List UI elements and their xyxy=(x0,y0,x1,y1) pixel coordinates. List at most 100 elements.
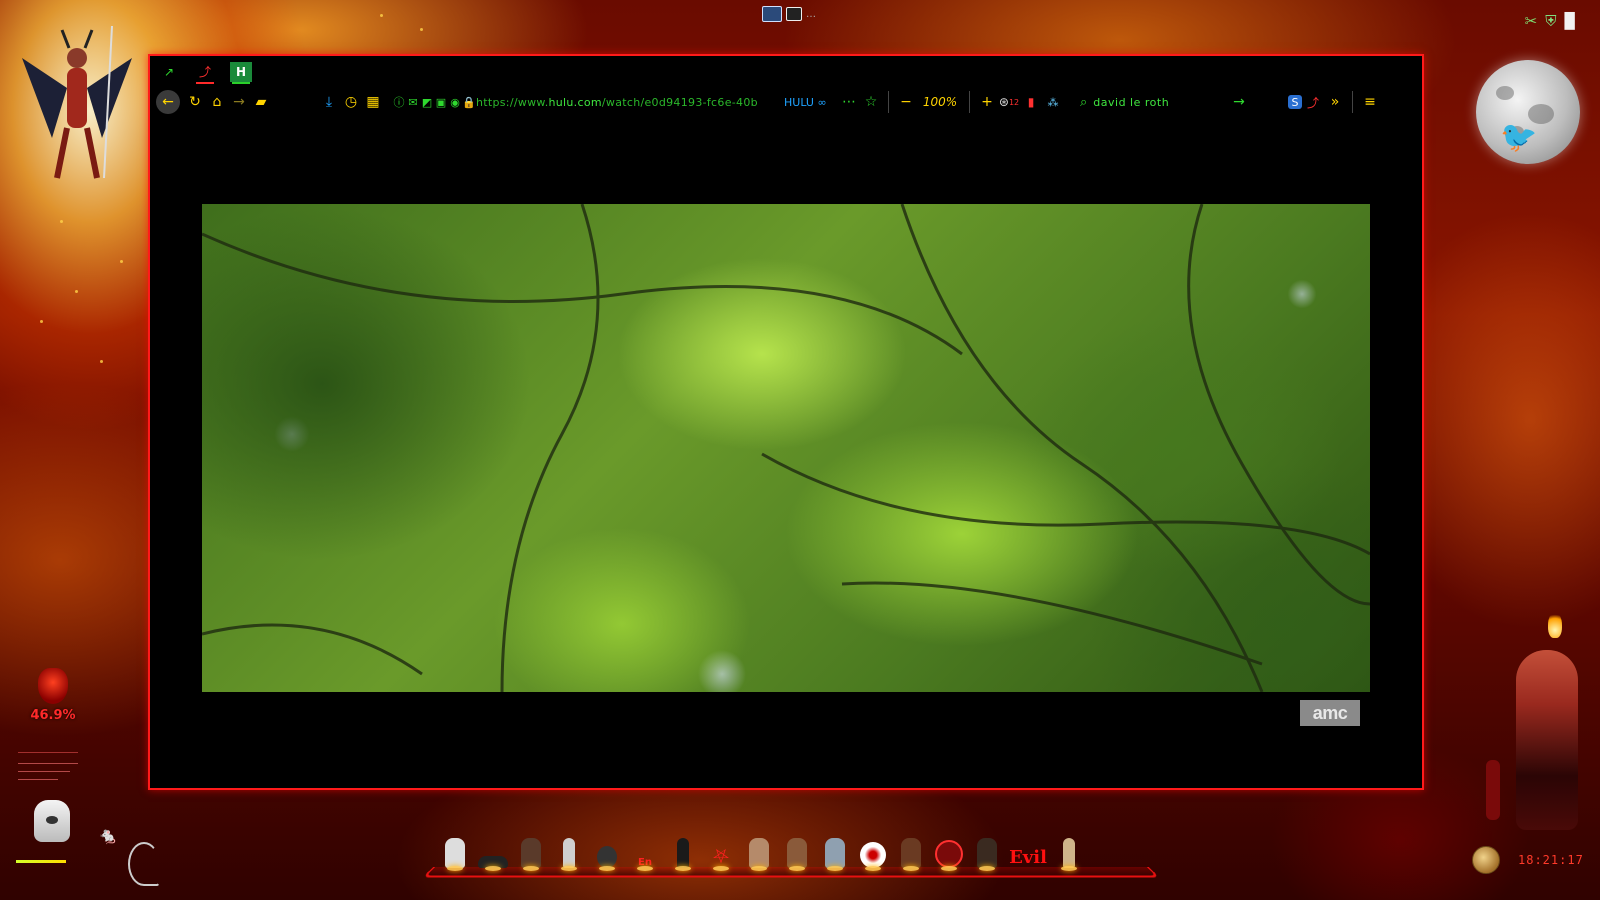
search-icon: ⌕ xyxy=(1080,94,1088,110)
cpu-percent: 46.9% xyxy=(30,708,76,723)
candle-figure-icon[interactable] xyxy=(1052,830,1086,871)
separator xyxy=(888,91,889,113)
zoom-level[interactable]: 100% xyxy=(917,95,963,109)
spark xyxy=(380,14,383,17)
demon-figure-art xyxy=(22,25,132,179)
search-go-button[interactable]: → xyxy=(1228,90,1250,114)
tree-canopy-video-frame xyxy=(202,204,1370,692)
trend-tab-icon: ⤴ xyxy=(198,65,211,79)
compass-icon[interactable]: ◉ xyxy=(448,90,462,114)
overflow-menu-button[interactable]: » xyxy=(1324,90,1346,114)
spark xyxy=(100,360,103,363)
back-button[interactable]: ← xyxy=(156,90,180,114)
separator xyxy=(1352,91,1353,113)
dock-items: En ⛧ Evil xyxy=(438,830,1086,871)
image-icon[interactable]: ▣ xyxy=(434,90,448,114)
hand-launcher-icon[interactable] xyxy=(34,800,70,842)
bookmark-add-button[interactable]: ▰ xyxy=(250,90,272,114)
camera-icon[interactable]: ◩ xyxy=(420,90,434,114)
spark xyxy=(420,28,423,31)
skeleton-icon[interactable] xyxy=(552,830,586,871)
tv-icon[interactable] xyxy=(786,7,802,21)
search-box[interactable]: ⌕ david le roth xyxy=(1080,95,1228,110)
tools-icon[interactable]: ✂ xyxy=(1525,12,1538,30)
desktop-background: … ✂ ⛨ ▉ 🐦 46.9% 🐁 18:21:17 ↗ ⤴ H ← ↻ ⌂ →… xyxy=(0,0,1600,900)
zombie-icon[interactable] xyxy=(818,830,852,871)
tab-strip: ↗ ⤴ H xyxy=(158,62,252,84)
glasses-icon: ∞ xyxy=(813,95,827,109)
info-icon[interactable]: ⓘ xyxy=(392,90,406,114)
tab-hulu[interactable]: H xyxy=(230,62,252,84)
extension-s-icon[interactable]: S xyxy=(1288,95,1302,109)
extension-colors-icon[interactable]: ⁂ xyxy=(1042,90,1064,114)
video-player[interactable] xyxy=(202,204,1370,692)
spark xyxy=(60,220,63,223)
zoom-out-button[interactable]: − xyxy=(895,90,917,114)
flame-icon xyxy=(1548,612,1562,638)
mask-icon[interactable] xyxy=(970,830,1004,871)
extension-trend-icon[interactable]: ⤴ xyxy=(1302,90,1324,114)
url-bar[interactable]: ⓘ ✉ ◩ ▣ ◉ 🔒 https://www.hulu.com/watch/e… xyxy=(392,90,759,114)
extension-battery-icon[interactable]: ▮ xyxy=(1020,90,1042,114)
eye-icon[interactable] xyxy=(856,830,890,871)
browser-window: ↗ ⤴ H ← ↻ ⌂ → ▰ ⤓ ◷ ▦ ⓘ ✉ ◩ ▣ ◉ 🔒 https:… xyxy=(148,54,1424,790)
snake-icon[interactable] xyxy=(128,842,160,886)
browser-toolbar: ← ↻ ⌂ → ▰ ⤓ ◷ ▦ ⓘ ✉ ◩ ▣ ◉ 🔒 https://www.… xyxy=(150,88,1422,116)
bat-icon[interactable] xyxy=(476,830,510,871)
dock: En ⛧ Evil xyxy=(422,826,1160,878)
demoness-figure-art xyxy=(1516,650,1578,830)
imp-figure-art xyxy=(1486,760,1500,820)
cloak-icon[interactable] xyxy=(894,830,928,871)
search-input[interactable]: david le roth xyxy=(1093,96,1169,109)
monk-icon[interactable] xyxy=(780,830,814,871)
reload-button[interactable]: ↻ xyxy=(184,90,206,114)
forward-button[interactable]: → xyxy=(228,90,250,114)
page-label: HULU ∞ xyxy=(784,95,827,109)
history-button[interactable]: ◷ xyxy=(340,90,362,114)
tab-trend[interactable]: ⤴ xyxy=(194,62,216,84)
shield-icon[interactable]: ⛨ xyxy=(1545,12,1556,30)
url-text[interactable]: https://www.hulu.com/watch/e0d94193-fc6e… xyxy=(476,96,758,109)
raven-art: 🐦 xyxy=(1500,120,1538,155)
permission-icon[interactable]: ✉ xyxy=(406,90,420,114)
mouse-icon[interactable]: 🐁 xyxy=(98,826,118,845)
cpu-graph xyxy=(18,752,78,789)
amc-watermark: amc xyxy=(1300,700,1360,726)
lock-icon[interactable]: 🔒 xyxy=(462,90,476,114)
figure-icon[interactable] xyxy=(666,830,700,871)
eye-icon xyxy=(46,816,58,824)
hulu-tab-icon: H xyxy=(230,62,252,82)
pentagram-icon[interactable]: ⛧ xyxy=(704,830,738,871)
monitor-icon[interactable] xyxy=(762,6,782,22)
star-button[interactable]: ☆ xyxy=(860,90,882,114)
document-icon[interactable]: ▉ xyxy=(1564,12,1576,30)
seal-icon[interactable] xyxy=(932,830,966,871)
apps-button[interactable]: ▦ xyxy=(362,90,384,114)
separator xyxy=(969,91,970,113)
meditate-icon[interactable] xyxy=(742,830,776,871)
spark xyxy=(75,290,78,293)
demon-en-icon[interactable]: En xyxy=(628,830,662,871)
tab-chart[interactable]: ↗ xyxy=(158,62,180,82)
cpu-meter-widget: 46.9% xyxy=(22,668,84,723)
extension-ublock-icon[interactable]: ⊛ 12 xyxy=(998,90,1020,114)
skull-icon[interactable] xyxy=(590,830,624,871)
coin-icon[interactable] xyxy=(1472,846,1500,874)
zoom-in-button[interactable]: + xyxy=(976,90,998,114)
chart-tab-icon: ↗ xyxy=(163,65,175,79)
progress-bar xyxy=(16,860,66,863)
hamburger-menu-button[interactable]: ≡ xyxy=(1359,90,1381,114)
home-button[interactable]: ⌂ xyxy=(206,90,228,114)
more-dots-icon[interactable]: … xyxy=(806,9,816,20)
evil-text-icon[interactable]: Evil xyxy=(1008,830,1048,868)
spark xyxy=(120,260,123,263)
evil-label: Evil xyxy=(1009,847,1047,868)
page-actions-button[interactable]: ⋯ xyxy=(838,90,860,114)
downloads-button[interactable]: ⤓ xyxy=(318,90,340,114)
hand-icon[interactable] xyxy=(438,830,472,871)
top-right-tray: ✂ ⛨ ▉ xyxy=(1525,12,1576,30)
heart-icon xyxy=(38,668,68,704)
clock: 18:21:17 xyxy=(1518,853,1584,867)
dragon-icon[interactable] xyxy=(514,830,548,871)
tab-underline xyxy=(232,82,250,84)
